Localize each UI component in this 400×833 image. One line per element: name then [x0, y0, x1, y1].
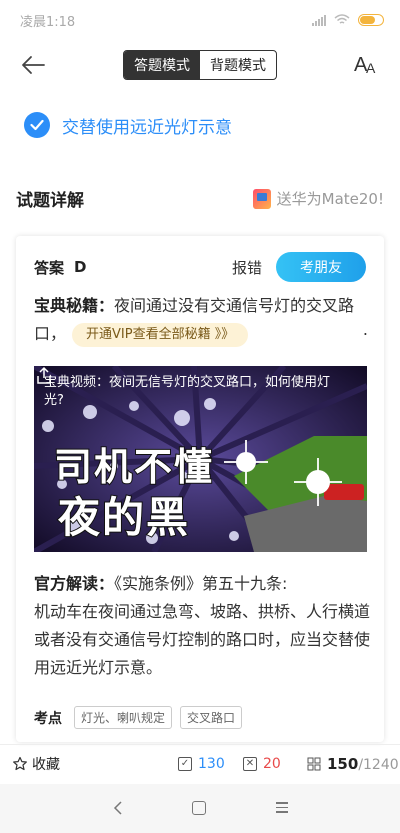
promo-link[interactable]: 送华为Mate20! [252, 188, 384, 209]
mode-switch: 答题模式 背题模式 [123, 50, 277, 80]
key-point-tag[interactable]: 交叉路口 [180, 706, 243, 729]
promo-text: 送华为Mate20! [276, 190, 384, 208]
wifi-icon [334, 14, 350, 24]
explanation-card: 答案 D 报错 考朋友 宝典秘籍：夜间通过没有交通信号灯的交叉路口， 开通VIP查… [16, 236, 384, 742]
video-caption-line1: 司机不懂 [53, 444, 215, 490]
tips-paragraph: 宝典秘籍：夜间通过没有交通信号灯的交叉路口， 开通VIP查看全部秘籍 》》 [34, 292, 374, 348]
tips-label: 宝典秘籍： [34, 296, 115, 315]
answer-label: 答案 [34, 258, 65, 277]
gift-icon [252, 188, 271, 209]
official-explanation: 官方解读：《实施条例》第五十九条: 机动车在夜间通过急弯、坡路、拱桥、人行横道或… [34, 570, 374, 682]
share-icon[interactable] [34, 366, 54, 386]
back-arrow-icon[interactable] [20, 54, 46, 76]
question-progress[interactable]: 150/1240 [307, 755, 399, 773]
status-time: 凌晨1:18 [20, 14, 76, 30]
tab-answer-mode[interactable]: 答题模式 [124, 51, 200, 79]
grid-icon [307, 757, 321, 770]
status-icons [312, 14, 384, 26]
wrong-count[interactable]: ✕ 20 [243, 756, 281, 772]
nav-back-icon[interactable] [112, 800, 124, 816]
favorite-label: 收藏 [32, 756, 60, 773]
system-nav-bar [0, 784, 400, 833]
bottom-bar: 收藏 ✓ 130 ✕ 20 150/1240 [0, 744, 400, 782]
section-heading: 试题详解 送华为Mate20! [16, 186, 384, 211]
check-box-icon: ✓ [178, 756, 192, 771]
battery-icon [358, 14, 384, 26]
header: 答题模式 背题模式 AA [0, 44, 400, 88]
video-title: 宝典视频：夜间无信号灯的交叉路口，如何使用灯光? [44, 375, 331, 408]
current-question: 150 [327, 754, 359, 773]
check-icon [24, 112, 50, 138]
status-bar: 凌晨1:18 [0, 0, 400, 40]
correct-count-value: 130 [198, 755, 225, 772]
total-questions: /1240 [358, 756, 399, 773]
key-points: 考点 灯光、喇叭规定 交叉路口 [34, 706, 243, 729]
explain-source: 《实施条例》第五十九条: [114, 574, 288, 593]
nav-home-icon[interactable] [192, 801, 206, 815]
nav-menu-icon[interactable] [276, 802, 288, 814]
section-title: 试题详解 [16, 191, 84, 211]
favorite-button[interactable]: 收藏 [12, 754, 60, 774]
tips-end: . [362, 320, 368, 339]
key-points-label: 考点 [34, 710, 62, 727]
video-caption-line2: 夜的黑 [57, 492, 191, 543]
explain-label: 官方解读： [34, 574, 115, 593]
selected-option: 交替使用远近光灯示意 [24, 112, 232, 138]
key-point-tag[interactable]: 灯光、喇叭规定 [74, 706, 173, 729]
answer-value: D [74, 258, 87, 276]
x-box-icon: ✕ [243, 756, 257, 771]
wrong-count-value: 20 [263, 755, 281, 772]
answer-row: 答案 D 报错 考朋友 [34, 252, 366, 282]
signal-icon [312, 14, 326, 26]
video-player[interactable]: 宝典视频：夜间无信号灯的交叉路口，如何使用灯光? 司机不懂 夜的黑 [34, 366, 367, 552]
tab-memorize-mode[interactable]: 背题模式 [200, 51, 276, 79]
selected-option-text: 交替使用远近光灯示意 [62, 117, 232, 138]
font-size-icon[interactable]: AA [354, 54, 380, 78]
vip-unlock-button[interactable]: 开通VIP查看全部秘籍 》》 [72, 322, 249, 347]
star-icon [13, 756, 27, 770]
correct-count[interactable]: ✓ 130 [178, 756, 225, 772]
challenge-friend-button[interactable]: 考朋友 [276, 252, 366, 282]
report-error-link[interactable]: 报错 [232, 257, 262, 278]
explain-body: 机动车在夜间通过急弯、坡路、拱桥、人行横道或者没有交通信号灯控制的路口时，应当交… [34, 602, 371, 677]
